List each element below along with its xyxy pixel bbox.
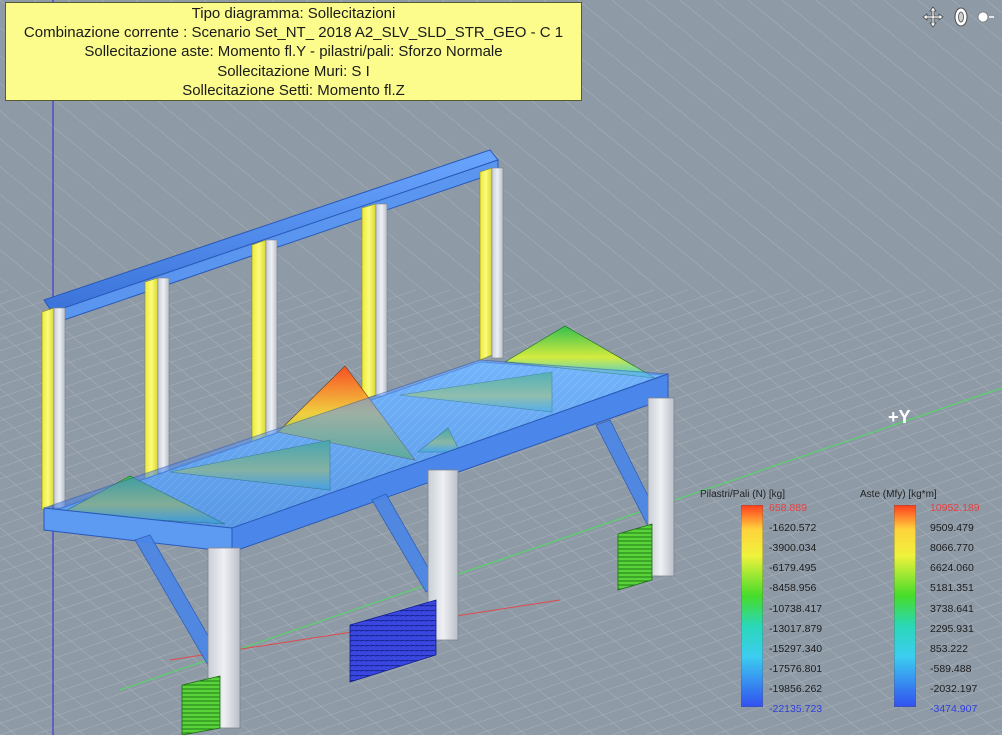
column xyxy=(491,167,504,359)
legend-value: 8066.770 xyxy=(930,542,974,555)
legend-value: -10738.417 xyxy=(769,602,823,615)
column-diagram xyxy=(41,307,55,511)
column xyxy=(265,239,278,439)
move-icon[interactable] xyxy=(922,6,944,28)
legend-value: 10952.189 xyxy=(930,502,980,514)
y-axis-label: +Y xyxy=(888,407,911,427)
column-diagram xyxy=(361,203,377,401)
legend-value: 2295.931 xyxy=(930,622,974,635)
diagram-info-panel: Tipo diagramma: Sollecitazioni Combinazi… xyxy=(5,2,582,101)
legend-value: -15297.340 xyxy=(769,642,823,655)
wall-diagram-blue xyxy=(349,599,437,683)
wall-diagram xyxy=(617,523,653,591)
legend-value: 5181.351 xyxy=(930,582,974,595)
legend-value: -22135.723 xyxy=(769,703,823,715)
legend-value: 853.222 xyxy=(930,642,968,655)
legend-value: -1620.572 xyxy=(769,522,817,535)
legend-value: -589.488 xyxy=(930,662,972,675)
legend-value: 6624.060 xyxy=(930,562,974,575)
legend-value: 3738.641 xyxy=(930,602,974,615)
column-diagram xyxy=(251,239,267,445)
legend-value: 9509.479 xyxy=(930,522,974,535)
legend-left-color-scale xyxy=(741,505,763,707)
column xyxy=(375,203,388,397)
legend-value: -3900.034 xyxy=(769,542,817,555)
current-combination-line: Combinazione corrente : Scenario Set_NT_… xyxy=(23,24,564,42)
legend-value: -17576.801 xyxy=(769,662,823,675)
beam-stress-line: Sollecitazione aste: Momento fl.Y - pila… xyxy=(84,43,503,61)
legend-value: -6179.495 xyxy=(769,562,817,575)
3d-viewport[interactable] xyxy=(0,0,1002,735)
shear-wall-stress-line: Sollecitazione Setti: Momento fl.Z xyxy=(182,81,405,99)
legend-right-color-scale xyxy=(894,505,916,707)
legend-value: -8458.956 xyxy=(769,582,817,595)
legend-value: -13017.879 xyxy=(769,622,823,635)
column-diagram xyxy=(144,277,159,481)
column xyxy=(157,277,170,474)
grid-line xyxy=(0,289,43,305)
legend-right-title: Aste (Mfy) [kg*m] xyxy=(860,489,937,500)
orbit-icon[interactable] xyxy=(950,6,972,28)
wall-stress-line: Sollecitazione Muri: S I xyxy=(217,62,370,80)
legend-value: -3474.907 xyxy=(930,703,978,715)
diagram-type-line: Tipo diagramma: Sollecitazioni xyxy=(191,5,396,22)
legend-value: -19856.262 xyxy=(769,682,823,695)
column xyxy=(53,307,66,509)
structure-model[interactable] xyxy=(41,149,675,735)
column-diagram xyxy=(479,167,493,361)
legend-value: -2032.197 xyxy=(930,682,978,695)
wall-diagram xyxy=(181,675,221,735)
legend-left-title: Pilastri/Pali (N) [kg] xyxy=(700,489,786,500)
light-icon[interactable] xyxy=(974,6,996,28)
legend-value: 658.889 xyxy=(769,502,807,514)
